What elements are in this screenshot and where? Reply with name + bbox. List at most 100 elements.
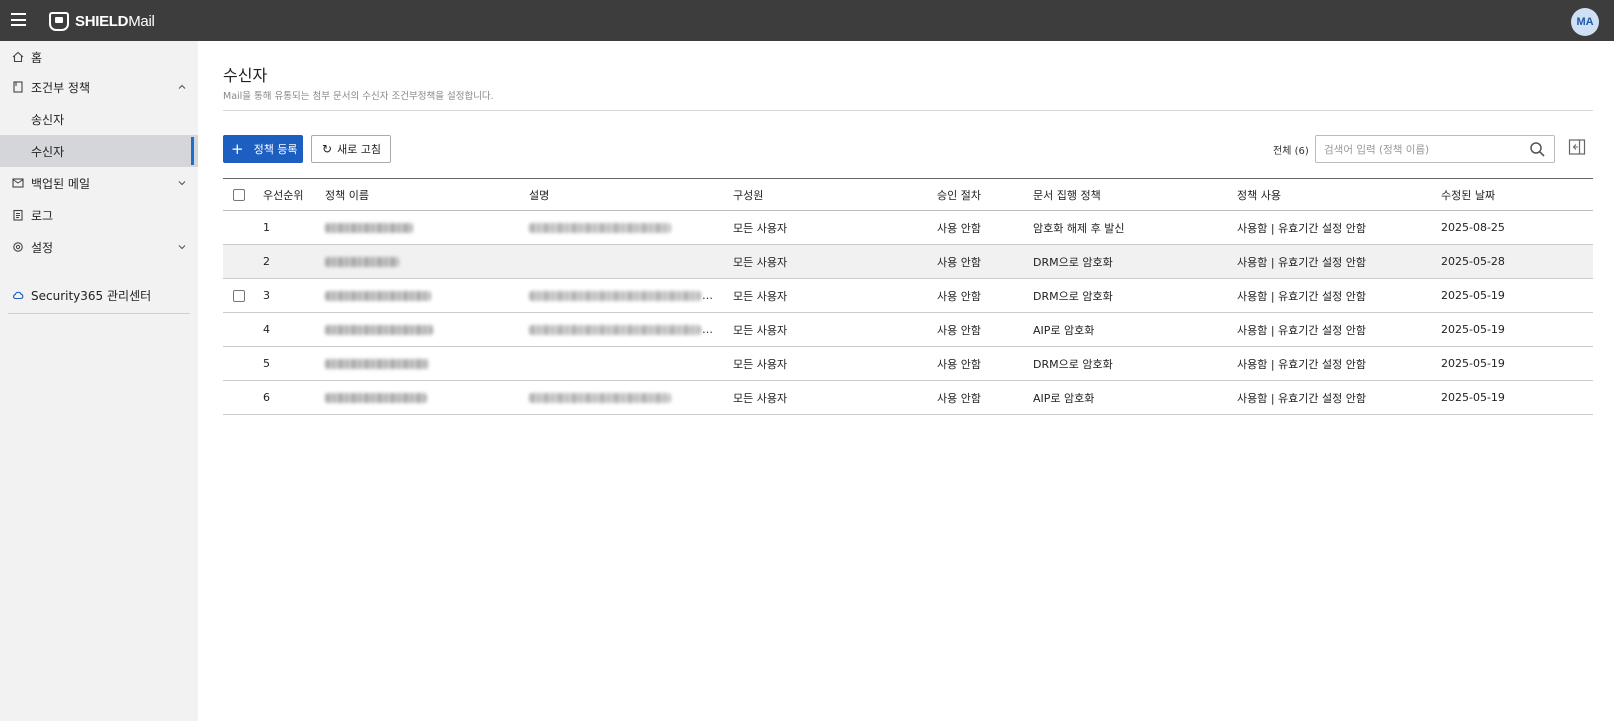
table-row[interactable]: 6 모든 사용자 사용 안함 AIP로 암호화 사용함 | 유효기간 설정 안함… (223, 380, 1593, 415)
table-row[interactable]: 4 … 모든 사용자 사용 안함 AIP로 암호화 사용함 | 유효기간 설정 … (223, 312, 1593, 347)
sidebar-item-settings[interactable]: 설정 (0, 231, 198, 263)
cell-members: 모든 사용자 (733, 244, 937, 279)
header-description[interactable]: 설명 (529, 178, 733, 211)
sidebar-item-label: 수신자 (31, 144, 65, 159)
header-modified-date[interactable]: 수정된 날짜 (1441, 178, 1593, 211)
chevron-down-icon (178, 245, 186, 250)
cell-description: … (529, 312, 733, 347)
cell-policy-usage: 사용함 | 유효기간 설정 안함 (1237, 312, 1441, 347)
register-policy-button[interactable]: + 정책 등록 (223, 135, 303, 163)
search-icon[interactable] (1529, 141, 1546, 158)
cell-description (529, 346, 733, 381)
redacted-text (325, 291, 431, 301)
cloud-icon (13, 291, 24, 300)
redacted-text (529, 325, 701, 335)
cell-description: … (529, 278, 733, 313)
cell-modified-date: 2025-05-19 (1441, 278, 1593, 313)
sidebar-item-sender[interactable]: 송신자 (0, 103, 198, 135)
hamburger-menu-icon[interactable] (11, 13, 26, 26)
title-divider (223, 110, 1593, 111)
table-row[interactable]: 1 모든 사용자 사용 안함 암호화 해제 후 발신 사용함 | 유효기간 설정… (223, 210, 1593, 245)
cell-approval: 사용 안함 (937, 346, 1033, 381)
cell-approval: 사용 안함 (937, 278, 1033, 313)
table-row[interactable]: 2 모든 사용자 사용 안함 DRM으로 암호화 사용함 | 유효기간 설정 안… (223, 244, 1593, 279)
cell-priority: 5 (263, 346, 325, 381)
cell-policy-name (325, 244, 529, 279)
search-box[interactable] (1315, 135, 1555, 163)
header-priority[interactable]: 우선순위 (263, 178, 325, 211)
header-doc-policy[interactable]: 문서 집행 정책 (1033, 178, 1237, 211)
cell-doc-policy: DRM으로 암호화 (1033, 244, 1237, 279)
cell-approval: 사용 안함 (937, 244, 1033, 279)
search-input[interactable] (1324, 141, 1519, 158)
select-all-checkbox[interactable] (233, 189, 245, 201)
gear-icon (13, 242, 23, 252)
sidebar-item-label: 조건부 정책 (31, 80, 91, 95)
header-approval[interactable]: 승인 절차 (937, 178, 1033, 211)
cell-policy-usage: 사용함 | 유효기간 설정 안함 (1237, 278, 1441, 313)
collapse-panel-icon[interactable] (1568, 138, 1586, 156)
cell-policy-name (325, 346, 529, 381)
redacted-text (325, 325, 433, 335)
cell-doc-policy: AIP로 암호화 (1033, 380, 1237, 415)
sidebar-item-security365[interactable]: Security365 관리센터 (0, 279, 198, 311)
cell-description (529, 210, 733, 245)
sidebar-item-backup-mail[interactable]: 백업된 메일 (0, 167, 198, 199)
cell-policy-name (325, 312, 529, 347)
table-row[interactable]: 3 … 모든 사용자 사용 안함 DRM으로 암호화 사용함 | 유효기간 설정… (223, 278, 1593, 313)
redacted-text (325, 393, 427, 403)
app-logo[interactable]: SHIELDMail (49, 11, 155, 31)
cell-policy-usage: 사용함 | 유효기간 설정 안함 (1237, 244, 1441, 279)
refresh-icon: ↻ (322, 142, 333, 156)
row-select-cell (223, 278, 263, 313)
sidebar-item-recipient[interactable]: 수신자 (0, 135, 198, 167)
redacted-text (529, 223, 671, 233)
cell-policy-name (325, 278, 529, 313)
cell-modified-date: 2025-05-19 (1441, 312, 1593, 347)
cell-approval: 사용 안함 (937, 380, 1033, 415)
sidebar-item-label: 홈 (31, 50, 43, 65)
header-members[interactable]: 구성원 (733, 178, 937, 211)
cell-members: 모든 사용자 (733, 210, 937, 245)
cell-priority: 4 (263, 312, 325, 347)
total-count: 전체 (6) (1273, 146, 1309, 157)
top-bar: SHIELDMail MA (0, 0, 1614, 41)
brand-name: SHIELDMail (75, 12, 155, 30)
redacted-text (325, 223, 413, 233)
cell-policy-usage: 사용함 | 유효기간 설정 안함 (1237, 380, 1441, 415)
plus-icon: + (231, 139, 244, 158)
shield-logo-icon (49, 11, 69, 31)
cell-modified-date: 2025-08-25 (1441, 210, 1593, 245)
row-checkbox[interactable] (233, 290, 245, 302)
header-policy-usage[interactable]: 정책 사용 (1237, 178, 1441, 211)
sidebar-item-log[interactable]: 로그 (0, 199, 198, 231)
sidebar-item-label: 송신자 (31, 112, 65, 127)
sidebar-item-label: 로그 (31, 208, 54, 223)
table-row[interactable]: 5 모든 사용자 사용 안함 DRM으로 암호화 사용함 | 유효기간 설정 안… (223, 346, 1593, 381)
register-policy-label: 정책 등록 (253, 143, 298, 156)
main-content: 수신자 Mail을 통해 유통되는 첨부 문서의 수신자 조건부정책을 설정합니… (198, 41, 1614, 721)
header-policy-name[interactable]: 정책 이름 (325, 178, 529, 211)
user-avatar[interactable]: MA (1571, 8, 1599, 36)
refresh-button[interactable]: ↻ 새로 고침 (311, 135, 391, 163)
row-select-cell (223, 210, 263, 245)
refresh-label: 새로 고침 (337, 143, 382, 156)
cell-members: 모든 사용자 (733, 380, 937, 415)
cell-policy-usage: 사용함 | 유효기간 설정 안함 (1237, 210, 1441, 245)
cell-approval: 사용 안함 (937, 210, 1033, 245)
cell-priority: 6 (263, 380, 325, 415)
mail-backup-icon (12, 178, 24, 188)
cell-members: 모든 사용자 (733, 278, 937, 313)
page-title: 수신자 (223, 66, 268, 85)
sidebar-item-conditional-policy[interactable]: 조건부 정책 (0, 71, 198, 103)
sidebar-item-label: 설정 (31, 240, 54, 255)
policy-table: 우선순위 정책 이름 설명 구성원 승인 절차 문서 집행 정책 정책 사용 수… (223, 178, 1593, 415)
sidebar-item-home[interactable]: 홈 (0, 41, 198, 73)
cell-priority: 1 (263, 210, 325, 245)
row-select-cell (223, 380, 263, 415)
cell-approval: 사용 안함 (937, 312, 1033, 347)
redacted-text (325, 257, 399, 267)
redacted-text (529, 291, 701, 301)
home-icon (12, 51, 24, 63)
cell-doc-policy: AIP로 암호화 (1033, 312, 1237, 347)
